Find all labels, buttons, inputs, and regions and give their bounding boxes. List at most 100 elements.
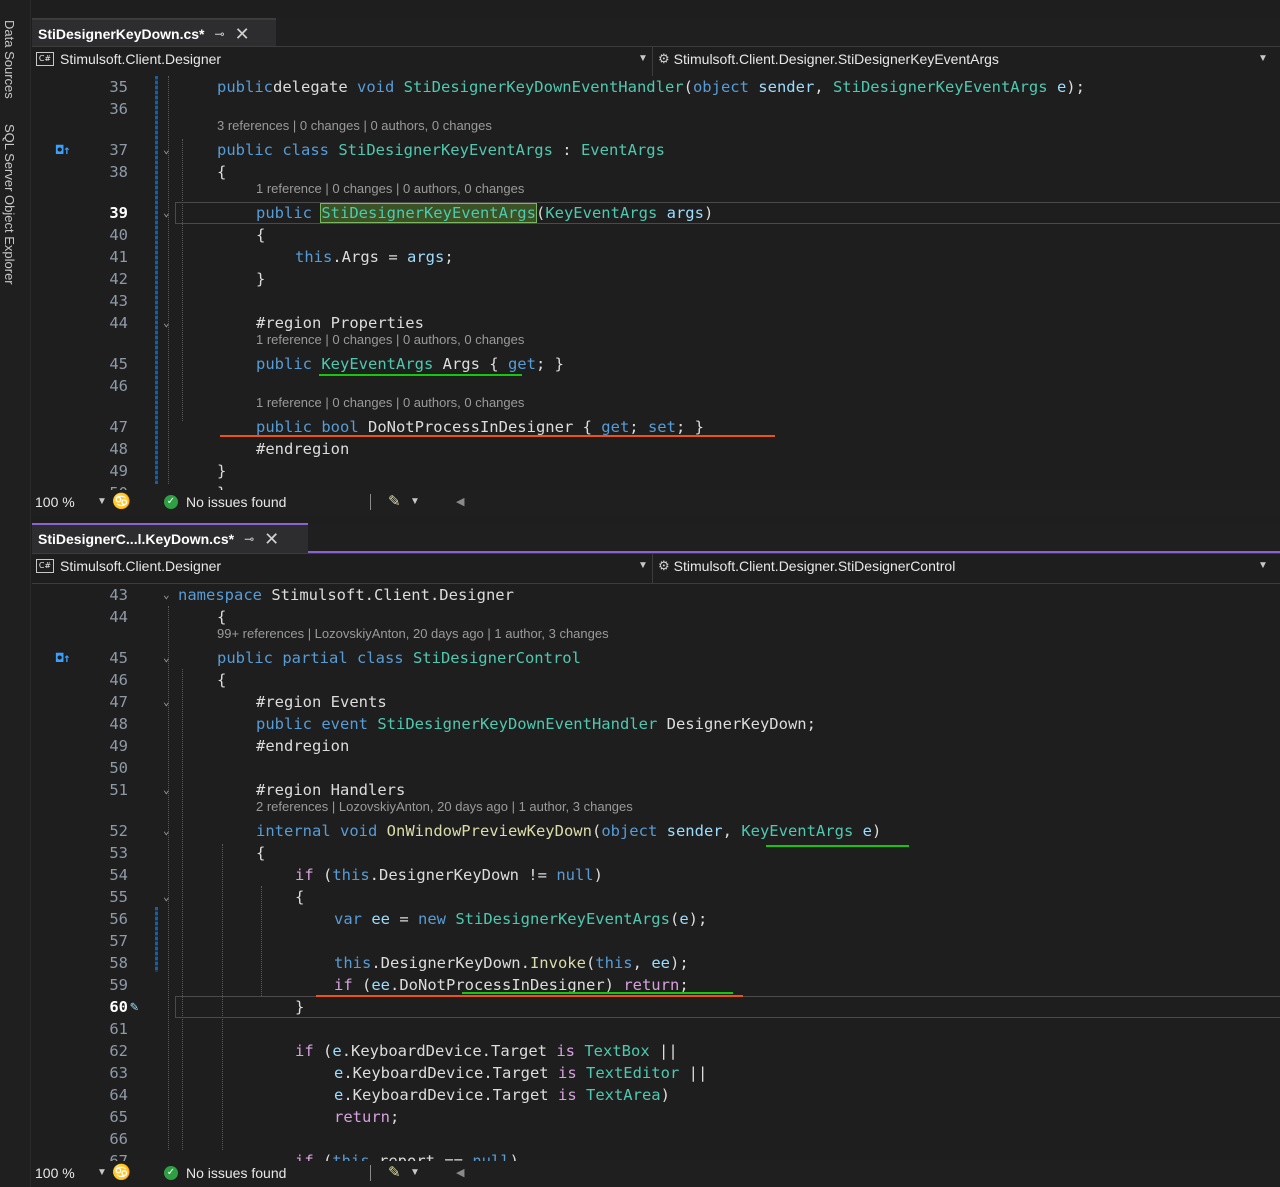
code-line[interactable]: 67 if (this.report == null) [32, 1150, 1280, 1161]
copilot-icon[interactable]: ♋ [112, 492, 131, 510]
code-line[interactable]: 57 [32, 930, 1280, 952]
class-member-icon: ⚙ [658, 51, 670, 66]
code-line[interactable]: 54 if (this.DesignerKeyDown != null) [32, 864, 1280, 886]
code-line[interactable]: 48 public event StiDesignerKeyDownEventHa… [32, 713, 1280, 735]
chevron-down-icon[interactable]: ▼ [638, 53, 648, 64]
pin-icon[interactable]: ⊸ [244, 532, 254, 546]
status-divider [370, 494, 371, 510]
code-line[interactable]: 62 if (e.KeyboardDevice.Target is TextBox… [32, 1040, 1280, 1062]
code-text: #region Events [256, 691, 387, 713]
project-dropdown[interactable]: C# Stimulsoft.Client.Designer [36, 558, 221, 574]
fold-chevron-icon[interactable]: ⌄ [163, 647, 170, 669]
pin-icon[interactable]: ⊸ [215, 27, 225, 41]
code-line[interactable]: 41 this.Args = args; [32, 246, 1280, 268]
chevron-down-icon[interactable]: ▼ [1258, 53, 1268, 64]
code-line[interactable]: 48 #endregion [32, 438, 1280, 460]
code-line[interactable]: 53 { [32, 842, 1280, 864]
fold-chevron-icon[interactable]: ⌄ [163, 779, 170, 801]
codelens-info[interactable]: 1 reference | 0 changes | 0 authors, 0 c… [256, 395, 524, 410]
code-line[interactable]: 50 [32, 757, 1280, 779]
code-line[interactable]: 37 ◘↑ ⌄ public class StiDesignerKeyEventArg… [32, 139, 1280, 161]
code-line[interactable]: 49} [32, 460, 1280, 482]
fold-chevron-icon[interactable]: ⌄ [163, 886, 170, 908]
codelens-info[interactable]: 99+ references | LozovskiyAnton, 20 days… [217, 626, 609, 641]
code-cleanup-icon[interactable]: ✎ [388, 492, 401, 510]
code-line[interactable]: 61 [32, 1018, 1280, 1040]
line-number: 49 [109, 462, 128, 480]
code-line[interactable]: 63 e.KeyboardDevice.Target is TextEditor … [32, 1062, 1280, 1084]
cleanup-dropdown-icon[interactable]: ▼ [410, 496, 420, 507]
code-line[interactable]: 55 ⌄ { [32, 886, 1280, 908]
codelens-info[interactable]: 3 references | 0 changes | 0 authors, 0 … [217, 118, 492, 133]
csharp-project-icon: C# [36, 52, 54, 66]
chevron-down-icon[interactable]: ▼ [1258, 560, 1268, 571]
code-line[interactable]: 64 e.KeyboardDevice.Target is TextArea) [32, 1084, 1280, 1106]
tab-stidesignercontrol-keydown[interactable]: StiDesignerC...l.KeyDown.cs* ⊸ ✕ [32, 523, 308, 553]
code-line[interactable]: 44 ⌄ #region Properties [32, 312, 1280, 334]
code-line[interactable]: 45 public KeyEventArgs Args { get; } [32, 353, 1280, 375]
code-editor-bottom[interactable]: 43 ⌄ namespace Stimulsoft.Client.Designer 4… [32, 584, 1280, 1161]
edit-pencil-icon[interactable]: ✎ [130, 996, 138, 1018]
fold-chevron-icon[interactable]: ⌄ [163, 202, 170, 224]
codelens-info[interactable]: 2 references | LozovskiyAnton, 20 days a… [256, 799, 633, 814]
code-line[interactable]: 43 [32, 290, 1280, 312]
project-dropdown[interactable]: C# Stimulsoft.Client.Designer [36, 51, 221, 67]
code-token: get [507, 355, 536, 373]
issues-status[interactable]: No issues found [186, 1165, 286, 1181]
line-number: 55 [109, 888, 128, 906]
code-line[interactable]: 38 { [32, 161, 1280, 183]
code-line[interactable]: 58 this.DesignerKeyDown.Invoke(this, ee); [32, 952, 1280, 974]
fold-chevron-icon[interactable]: ⌄ [163, 820, 170, 842]
code-text: { [256, 842, 265, 864]
zoom-level[interactable]: 100 % [35, 1165, 75, 1181]
code-text: public event StiDesignerKeyDownEventHand… [256, 713, 816, 735]
zoom-dropdown-icon[interactable]: ▼ [97, 1167, 107, 1178]
code-token: StiDesignerKeyDownEventHandler [403, 78, 684, 96]
fold-chevron-icon[interactable]: ⌄ [163, 584, 170, 606]
code-cleanup-icon[interactable]: ✎ [388, 1163, 401, 1181]
copilot-icon[interactable]: ♋ [112, 1163, 131, 1181]
side-tab-sql-server-object-explorer[interactable]: SQL Server Object Explorer [2, 124, 17, 285]
code-text: public class StiDesignerKeyEventArgs : E… [217, 139, 665, 161]
code-line[interactable]: 35 publicdelegate void StiDesignerKeyDown… [32, 76, 1280, 98]
zoom-level[interactable]: 100 % [35, 494, 75, 510]
code-line[interactable]: 65 return; [32, 1106, 1280, 1128]
codelens-info[interactable]: 1 reference | 0 changes | 0 authors, 0 c… [256, 181, 524, 196]
scroll-left-icon[interactable]: ◀ [456, 1166, 464, 1179]
code-line[interactable]: 49 #endregion [32, 735, 1280, 757]
chevron-down-icon[interactable]: ▼ [638, 560, 648, 571]
code-line[interactable]: 66 [32, 1128, 1280, 1150]
code-line[interactable]: 44 { [32, 606, 1280, 628]
side-tab-data-sources[interactable]: Data Sources [2, 20, 17, 99]
zoom-dropdown-icon[interactable]: ▼ [97, 496, 107, 507]
member-dropdown[interactable]: ⚙ Stimulsoft.Client.Designer.StiDesigner… [658, 51, 999, 67]
code-line[interactable]: 51 ⌄ #region Handlers [32, 779, 1280, 801]
close-icon[interactable]: ✕ [235, 25, 250, 43]
implementation-marker-icon[interactable]: ◘↑ [56, 647, 70, 669]
scroll-left-icon[interactable]: ◀ [456, 495, 464, 508]
fold-chevron-icon[interactable]: ⌄ [163, 691, 170, 713]
code-line[interactable]: 52 ⌄ internal void OnWindowPreviewKeyDown(… [32, 820, 1280, 842]
implementation-marker-icon[interactable]: ◘↑ [56, 139, 70, 161]
code-line[interactable]: 46 [32, 375, 1280, 397]
code-line[interactable]: 36 [32, 98, 1280, 120]
code-editor-top[interactable]: 35 publicdelegate void StiDesignerKeyDown… [32, 76, 1280, 490]
code-line[interactable]: 60 ✎} [32, 996, 1280, 1018]
cleanup-dropdown-icon[interactable]: ▼ [410, 1167, 420, 1178]
fold-chevron-icon[interactable]: ⌄ [163, 312, 170, 334]
code-line[interactable]: 42} [32, 268, 1280, 290]
code-line[interactable]: 47 ⌄ #region Events [32, 691, 1280, 713]
issues-status[interactable]: No issues found [186, 494, 286, 510]
code-line[interactable]: 50} [32, 482, 1280, 490]
code-line[interactable]: 40 { [32, 224, 1280, 246]
tab-stidesignerkeydown[interactable]: StiDesignerKeyDown.cs* ⊸ ✕ [32, 18, 276, 48]
fold-chevron-icon[interactable]: ⌄ [163, 139, 170, 161]
code-line[interactable]: 45 ◘↑ ⌄ public partial class StiDesignerCon… [32, 647, 1280, 669]
code-line[interactable]: 39 ⌄ public StiDesignerKeyEventArgs(KeyEve… [32, 202, 1280, 224]
close-icon[interactable]: ✕ [264, 530, 279, 548]
member-dropdown[interactable]: ⚙ Stimulsoft.Client.Designer.StiDesigner… [658, 558, 955, 574]
code-line[interactable]: 56 var ee = new StiDesignerKeyEventArgs(e… [32, 908, 1280, 930]
code-line[interactable]: 46 { [32, 669, 1280, 691]
codelens-info[interactable]: 1 reference | 0 changes | 0 authors, 0 c… [256, 332, 524, 347]
code-line[interactable]: 43 ⌄ namespace Stimulsoft.Client.Designer [32, 584, 1280, 606]
